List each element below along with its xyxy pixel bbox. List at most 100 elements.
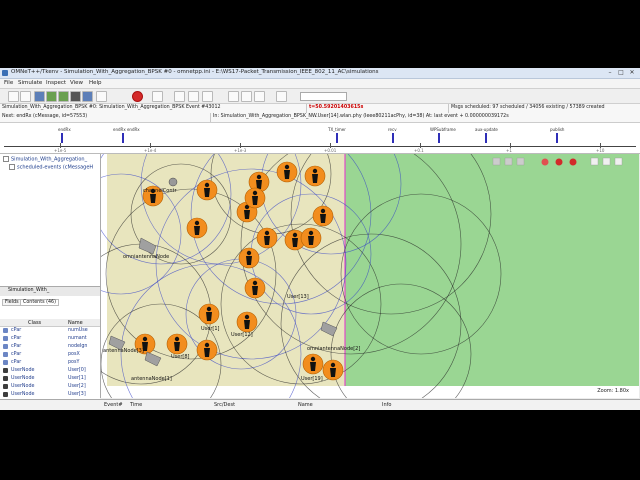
node-label: channelContr (143, 188, 177, 194)
user-node-icon[interactable] (302, 353, 324, 375)
table-row[interactable]: UserNode User[2] (0, 383, 100, 391)
col-event[interactable]: Event# (104, 402, 123, 408)
table-row[interactable]: cPar numUse (0, 327, 100, 335)
user-node-icon[interactable] (198, 303, 220, 325)
timeline-event-label: recv (388, 127, 397, 132)
tab-contents[interactable]: Contents (46) (20, 299, 59, 306)
user-node-icon[interactable] (256, 227, 278, 249)
menu-simulate[interactable]: Simulate (18, 80, 42, 86)
timeline-event-label: aux-update (475, 127, 498, 132)
user-node-icon[interactable] (238, 247, 260, 269)
user-node-icon[interactable] (312, 205, 334, 227)
table-row[interactable]: UserNode User[1] (0, 375, 100, 383)
minimize-button[interactable]: – (606, 69, 614, 76)
table-row[interactable]: cPar numant (0, 335, 100, 343)
node-label: antennaNode[3] (103, 348, 144, 354)
timeline-event[interactable] (485, 133, 487, 143)
col-name[interactable]: Name (298, 402, 313, 408)
timeline-event-label: endRx endRx (113, 127, 140, 132)
menu-help[interactable]: Help (89, 80, 102, 86)
inspector-object-name: Simulation_With_ (8, 288, 50, 293)
finish-icon[interactable] (152, 91, 163, 102)
node-label: omniantennaNode (123, 254, 169, 260)
timeline-event[interactable] (556, 133, 558, 143)
table-row[interactable]: cPar posY (0, 359, 100, 367)
user-node-icon[interactable] (236, 311, 258, 333)
load-ned-icon[interactable] (20, 91, 31, 102)
maximize-button[interactable]: □ (617, 69, 625, 76)
tree-root[interactable]: Simulation_With_Aggregation_ (3, 156, 87, 163)
speed-slider[interactable] (300, 92, 347, 101)
event-log-icon[interactable] (202, 91, 213, 102)
timeline-toggle-icon[interactable] (241, 91, 252, 102)
table-row[interactable]: cPar posX (0, 351, 100, 359)
node-label: User[13] (287, 294, 309, 300)
table-row[interactable]: UserNode User[0] (0, 367, 100, 375)
user-node-icon[interactable] (244, 277, 266, 299)
timeline-event[interactable] (392, 133, 394, 143)
timeline-axis-label: +10 (596, 148, 605, 153)
col-src-dest[interactable]: Src/Dest (214, 402, 235, 408)
menu-file[interactable]: File (4, 80, 13, 86)
express-run-icon[interactable] (70, 91, 81, 102)
user-node-icon[interactable] (322, 359, 344, 381)
menu-inspect[interactable]: Inspect (46, 80, 66, 86)
omnet-window: OMNeT++/Tkenv - Simulation_With_Aggregat… (0, 68, 640, 410)
network-graphics[interactable]: omniantennaNode omniantennaNode[2] anten… (101, 154, 639, 398)
timeline-event[interactable] (336, 133, 338, 143)
col-class[interactable]: Class (28, 320, 41, 326)
table-row[interactable]: cPar nodeIgn (0, 343, 100, 351)
user-node-icon[interactable] (186, 217, 208, 239)
user-node-icon[interactable] (300, 227, 322, 249)
debug-icon[interactable] (188, 91, 199, 102)
user-node-icon[interactable] (196, 339, 218, 361)
table-row[interactable]: UserNode User[3] (0, 391, 100, 399)
network-status: Simulation_With_Aggregation_BPSK #0: Sim… (2, 105, 221, 110)
col-info[interactable]: Info (382, 402, 391, 408)
timeline-event-label: endRx (58, 127, 71, 132)
node-label: User[12] (231, 332, 253, 338)
user-node-icon[interactable] (304, 165, 326, 187)
timeline-axis-label: +0.1 (414, 148, 424, 153)
user-node-icon[interactable] (166, 333, 188, 355)
node-label: User[1] (201, 326, 220, 332)
tree-scheduled-events[interactable]: scheduled-events (cMessageH (9, 164, 93, 171)
timeline-axis (4, 146, 636, 147)
close-button[interactable]: ✕ (628, 69, 636, 76)
user-node-icon[interactable] (244, 187, 266, 209)
layout-icon[interactable] (254, 91, 265, 102)
timeline-axis-label: +1e-5 (54, 148, 67, 153)
stop-icon[interactable] (132, 91, 143, 102)
timeline-axis-label: +1 (506, 148, 512, 153)
zoom-level: Zoom: 1.80x (597, 388, 629, 394)
menu-bar: File Simulate Inspect View Help (0, 79, 640, 89)
network-canvas[interactable]: omniantennaNode omniantennaNode[2] anten… (101, 154, 639, 398)
fast-run-icon[interactable] (58, 91, 69, 102)
user-node-icon[interactable] (276, 161, 298, 183)
next-event: Next: endRx (cMessage, id=57553) (2, 114, 88, 119)
timeline-event[interactable] (122, 133, 124, 143)
options-icon[interactable] (276, 91, 287, 102)
run-until-icon[interactable] (82, 91, 93, 102)
new-run-icon[interactable] (8, 91, 19, 102)
inspector-column-headers: Class Name (0, 319, 100, 327)
timeline-event-label: TX_timer (328, 127, 346, 132)
next-module: In: Simulation_With_Aggregation_BPSK_NW.… (213, 114, 509, 119)
col-time[interactable]: Time (130, 402, 142, 408)
tree-view-icon[interactable] (228, 91, 239, 102)
window-title: OMNeT++/Tkenv - Simulation_With_Aggregat… (11, 69, 379, 75)
title-bar: OMNeT++/Tkenv - Simulation_With_Aggregat… (0, 68, 640, 79)
timeline[interactable]: endRx endRx endRx TX_timer recv WPSubfra… (0, 123, 640, 154)
object-inspector: Simulation_With_ Fields Contents (46) Cl… (0, 286, 100, 399)
col-name[interactable]: Name (68, 320, 83, 326)
run-icon[interactable] (46, 91, 57, 102)
timeline-event[interactable] (438, 133, 440, 143)
object-tree-panel: Simulation_With_Aggregation_ scheduled-e… (0, 154, 101, 399)
stop-outline-icon[interactable] (96, 91, 107, 102)
tab-fields[interactable]: Fields (2, 299, 22, 306)
timeline-event[interactable] (61, 133, 63, 143)
user-node-icon[interactable] (196, 179, 218, 201)
step-icon[interactable] (34, 91, 45, 102)
record-icon[interactable] (174, 91, 185, 102)
menu-view[interactable]: View (70, 80, 83, 86)
